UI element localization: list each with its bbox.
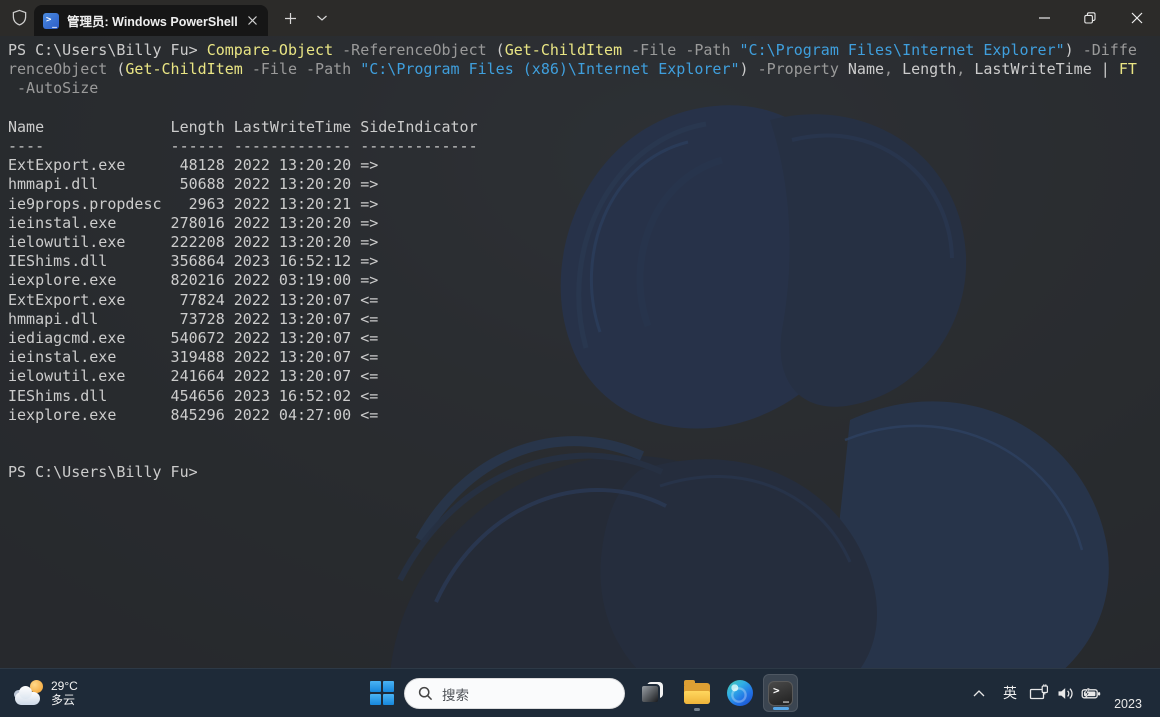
search-placeholder: 搜索	[442, 684, 566, 704]
ime-indicator[interactable]: 英	[997, 675, 1023, 711]
admin-shield-icon	[9, 8, 29, 28]
powershell-icon: > _	[43, 13, 59, 29]
tab-dropdown-button[interactable]	[310, 7, 334, 29]
weather-partly-cloudy-icon	[14, 680, 44, 706]
start-button[interactable]	[363, 673, 401, 713]
ethernet-icon	[1029, 684, 1050, 703]
edge-icon	[727, 680, 753, 706]
terminal-viewport[interactable]: PS C:\Users\Billy Fu> Compare-Object -Re…	[0, 36, 1160, 668]
network-button[interactable]	[1026, 675, 1052, 711]
clock-year: 2023	[1114, 697, 1142, 711]
restore-button[interactable]	[1067, 0, 1113, 36]
windows-logo-icon	[370, 681, 394, 705]
terminal-output: PS C:\Users\Billy Fu> Compare-Object -Re…	[8, 41, 1137, 483]
widgets-weather-button[interactable]: 29°C 多云	[10, 669, 82, 717]
clock[interactable]: 2023	[1102, 669, 1154, 717]
folder-icon	[684, 683, 710, 704]
search-icon	[418, 686, 433, 701]
tray-show-hidden-icons-button[interactable]	[965, 675, 993, 711]
running-indicator	[694, 708, 700, 711]
weather-condition: 多云	[51, 693, 78, 707]
active-indicator	[773, 707, 789, 710]
tab-powershell[interactable]: > _ 管理员: Windows PowerShell	[34, 5, 268, 36]
new-tab-button[interactable]	[278, 7, 302, 29]
search-highlight-image	[566, 679, 624, 708]
taskbar: 29°C 多云 搜索 > _	[0, 668, 1160, 717]
chevron-up-icon	[972, 689, 986, 698]
battery-charging-icon	[1081, 684, 1102, 703]
volume-button[interactable]	[1052, 675, 1078, 711]
file-explorer-button[interactable]	[679, 674, 714, 712]
minimize-button[interactable]	[1021, 0, 1067, 36]
speaker-icon	[1056, 685, 1075, 702]
close-button[interactable]	[1113, 0, 1160, 36]
terminal-button[interactable]: > _	[763, 674, 798, 712]
terminal-icon: > _	[768, 681, 793, 706]
search-box[interactable]: 搜索	[404, 678, 625, 709]
task-view-icon	[640, 681, 664, 705]
titlebar: > _ 管理员: Windows PowerShell	[0, 0, 1160, 36]
battery-button[interactable]	[1077, 675, 1105, 711]
screen: PS C:\Users\Billy Fu> Compare-Object -Re…	[0, 0, 1160, 717]
edge-button[interactable]	[722, 674, 757, 712]
weather-temperature: 29°C	[51, 679, 78, 693]
tab-close-icon[interactable]	[242, 11, 262, 31]
tab-title: 管理员: Windows PowerShell	[67, 11, 242, 30]
task-view-button[interactable]	[634, 674, 669, 712]
